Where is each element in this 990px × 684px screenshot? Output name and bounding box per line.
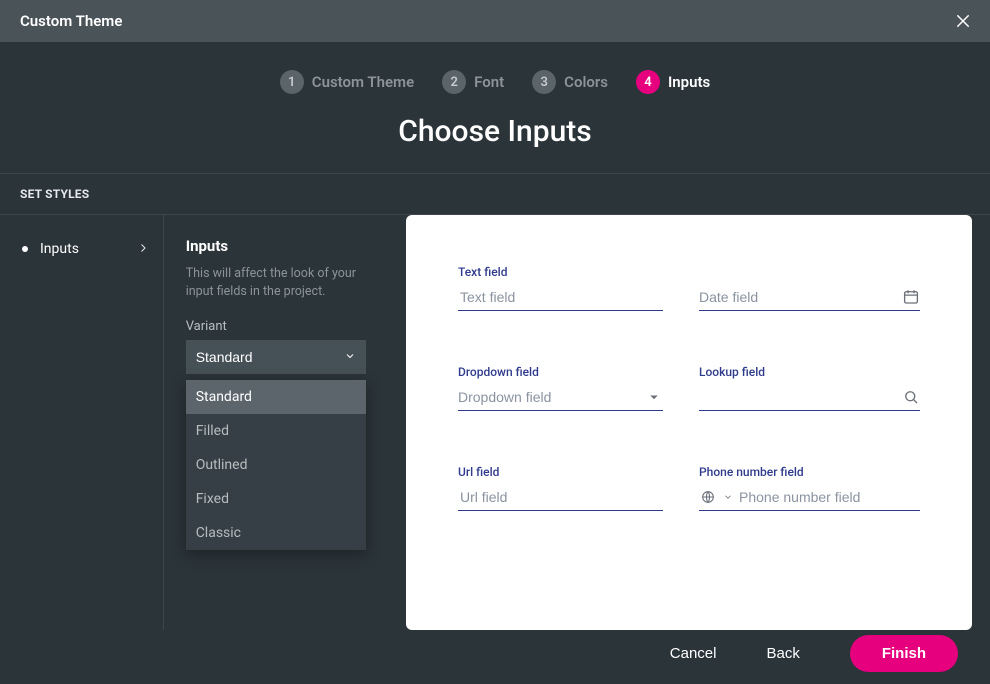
sidebar-item-label: Inputs — [40, 241, 137, 257]
step-inputs[interactable]: 4 Inputs — [636, 70, 710, 94]
variant-option-standard[interactable]: Standard — [186, 380, 366, 414]
main-area: Inputs Inputs This will affect the look … — [0, 215, 990, 630]
config-heading: Inputs — [186, 237, 384, 255]
field-label — [699, 265, 920, 279]
dropdown-input[interactable] — [458, 389, 639, 405]
field-label: Lookup field — [699, 365, 920, 379]
field-label: Text field — [458, 265, 663, 279]
finish-button[interactable]: Finish — [850, 635, 958, 672]
field-label: Url field — [458, 465, 663, 479]
lookup-input[interactable] — [699, 389, 896, 405]
step-number: 4 — [636, 70, 660, 94]
step-label: Custom Theme — [312, 73, 414, 91]
chevron-down-icon[interactable] — [723, 487, 733, 506]
step-number: 1 — [280, 70, 304, 94]
back-button[interactable]: Back — [766, 645, 799, 662]
variant-option-classic[interactable]: Classic — [186, 516, 366, 550]
option-label: Standard — [196, 389, 252, 405]
custom-theme-modal: Custom Theme 1 Custom Theme 2 Font 3 Col… — [0, 0, 990, 684]
preview-dropdown-field: Dropdown field — [458, 365, 663, 411]
section-header-set-styles: SET STYLES — [0, 173, 990, 215]
url-input[interactable] — [458, 485, 663, 511]
preview-text-field: Text field — [458, 265, 663, 311]
preview-grid: Text field — [458, 265, 920, 511]
step-custom-theme[interactable]: 1 Custom Theme — [280, 70, 414, 94]
variant-label: Variant — [186, 319, 384, 334]
variant-select-button[interactable]: Standard — [186, 340, 366, 374]
preview-url-field: Url field — [458, 465, 663, 511]
step-label: Font — [474, 73, 504, 91]
variant-select: Standard Standard Filled Outlined Fixed … — [186, 340, 384, 374]
option-label: Outlined — [196, 457, 248, 473]
preview-date-field — [699, 265, 920, 311]
preview-lookup-field: Lookup field — [699, 365, 920, 411]
wizard-footer: Cancel Back Finish — [0, 630, 990, 684]
option-label: Classic — [196, 525, 241, 541]
step-colors[interactable]: 3 Colors — [532, 70, 608, 94]
titlebar: Custom Theme — [0, 0, 990, 42]
search-icon[interactable] — [902, 388, 920, 406]
caret-down-icon[interactable] — [645, 388, 663, 406]
step-number: 2 — [442, 70, 466, 94]
preview-column: Text field — [406, 215, 990, 630]
field-label: Phone number field — [699, 465, 920, 479]
page-title: Choose Inputs — [0, 98, 990, 173]
bullet-icon — [22, 246, 28, 252]
step-font[interactable]: 2 Font — [442, 70, 504, 94]
step-label: Colors — [564, 73, 608, 91]
variant-option-outlined[interactable]: Outlined — [186, 448, 366, 482]
variant-option-filled[interactable]: Filled — [186, 414, 366, 448]
sidebar-item-inputs[interactable]: Inputs — [0, 235, 163, 262]
preview-card: Text field — [406, 215, 972, 630]
preview-phone-field: Phone number field — [699, 465, 920, 511]
calendar-icon[interactable] — [902, 288, 920, 306]
phone-input[interactable] — [739, 489, 920, 505]
field-label: Dropdown field — [458, 365, 663, 379]
cancel-button[interactable]: Cancel — [670, 645, 717, 662]
variant-select-value: Standard — [196, 349, 253, 365]
date-input[interactable] — [699, 289, 896, 305]
step-number: 3 — [532, 70, 556, 94]
chevron-right-icon — [137, 239, 149, 258]
globe-icon[interactable] — [699, 488, 717, 506]
option-label: Filled — [196, 423, 229, 439]
config-description: This will affect the look of your input … — [186, 265, 384, 301]
config-panel: Inputs This will affect the look of your… — [164, 215, 406, 630]
variant-option-fixed[interactable]: Fixed — [186, 482, 366, 516]
variant-select-menu: Standard Filled Outlined Fixed Classic — [186, 380, 366, 550]
option-label: Fixed — [196, 491, 229, 507]
wizard-stepper: 1 Custom Theme 2 Font 3 Colors 4 Inputs — [0, 42, 990, 98]
category-sidebar: Inputs — [0, 215, 164, 630]
step-label: Inputs — [668, 73, 710, 91]
text-input[interactable] — [458, 285, 663, 311]
titlebar-title: Custom Theme — [20, 12, 122, 30]
close-icon[interactable] — [952, 10, 974, 32]
chevron-down-icon — [344, 349, 356, 365]
